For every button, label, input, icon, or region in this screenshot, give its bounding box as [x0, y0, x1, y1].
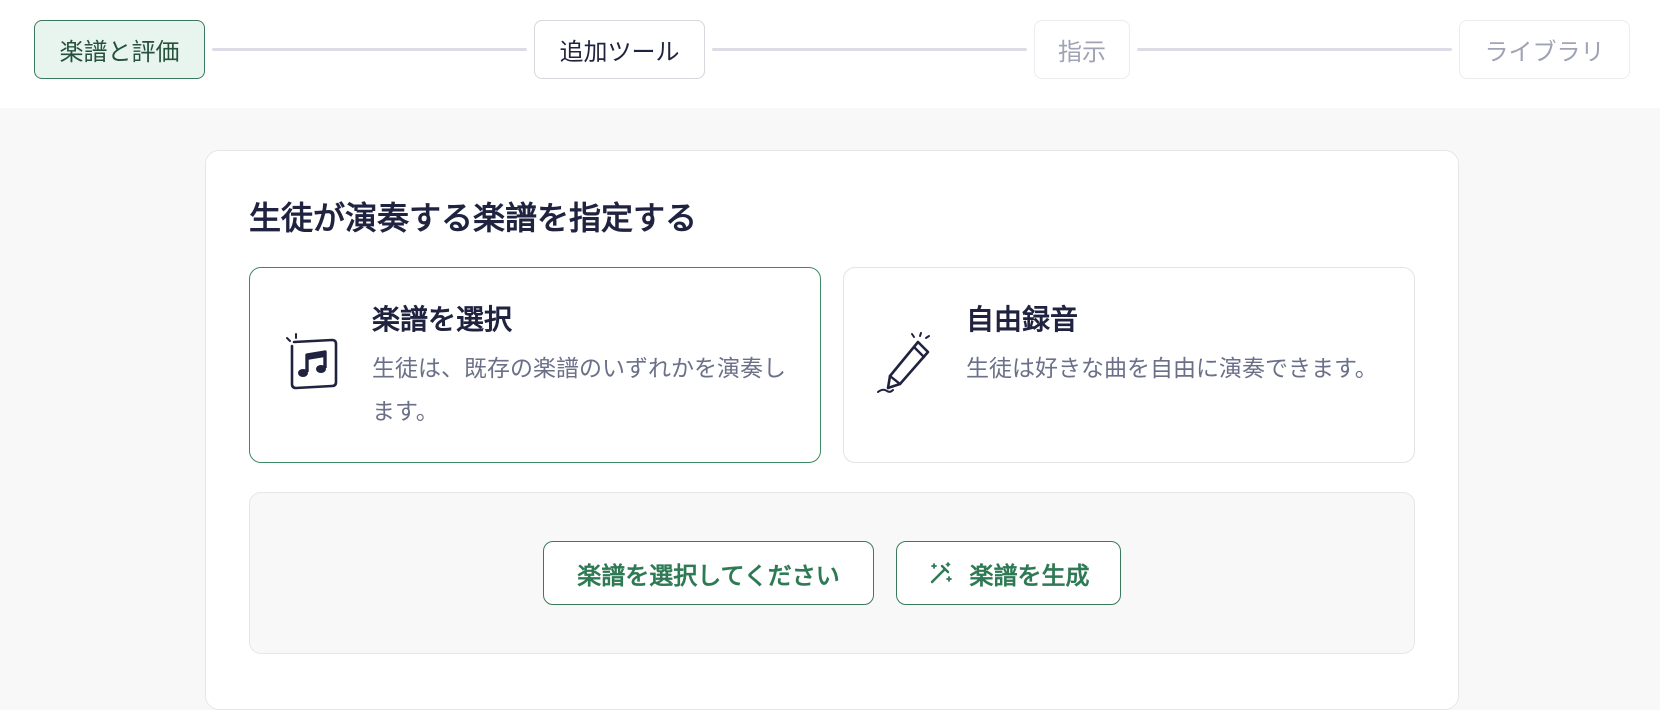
button-label: 楽譜を生成	[969, 562, 1090, 590]
step-library[interactable]: ライブラリ	[1459, 20, 1630, 79]
step-instructions[interactable]: 指示	[1034, 20, 1130, 79]
score-settings-card: 生徒が演奏する楽譜を指定する 楽譜を選択 生徒は、既存の楽譜のいずれかを演奏しま…	[205, 150, 1459, 710]
magic-wand-icon	[930, 562, 952, 584]
step-connector	[1137, 48, 1452, 51]
option-title: 自由録音	[966, 303, 1079, 336]
pencil-icon	[877, 332, 930, 393]
option-description: 生徒は、既存の楽譜のいずれかを演奏します。	[372, 356, 786, 425]
step-score-and-evaluation[interactable]: 楽譜と評価	[34, 20, 205, 79]
button-label: 楽譜を選択してください	[577, 562, 840, 590]
step-connector	[212, 48, 527, 51]
generate-score-button[interactable]: 楽譜を生成	[896, 541, 1121, 605]
music-sheet-icon	[286, 333, 338, 390]
option-description: 生徒は好きな曲を自由に演奏できます。	[966, 356, 1378, 382]
select-score-button[interactable]: 楽譜を選択してください	[543, 541, 874, 605]
step-connector	[712, 48, 1027, 51]
option-select-score[interactable]: 楽譜を選択 生徒は、既存の楽譜のいずれかを演奏します。	[249, 267, 821, 463]
progress-stepper: 楽譜と評価 追加ツール 指示 ライブラリ	[0, 0, 1660, 108]
option-title: 楽譜を選択	[372, 303, 513, 336]
page-title: 生徒が演奏する楽譜を指定する	[249, 199, 698, 237]
score-action-panel: 楽譜を選択してください 楽譜を生成	[249, 492, 1415, 654]
option-free-recording[interactable]: 自由録音 生徒は好きな曲を自由に演奏できます。	[843, 267, 1415, 463]
step-additional-tools[interactable]: 追加ツール	[534, 20, 705, 79]
